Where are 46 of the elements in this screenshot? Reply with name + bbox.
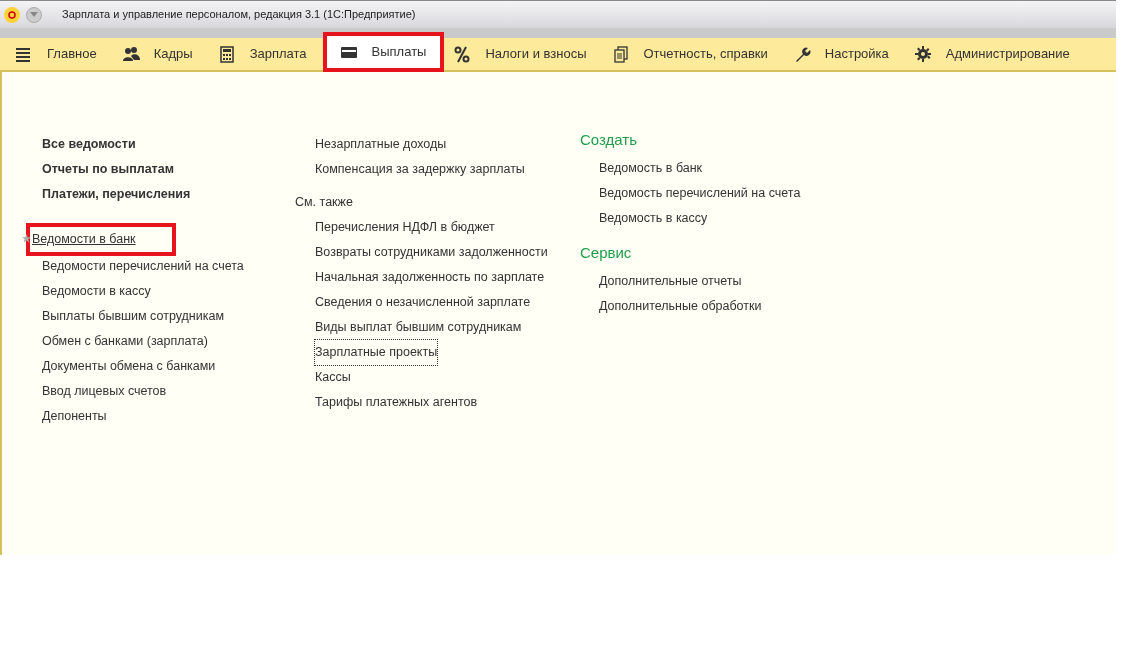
section-tab[interactable]: Зарплата bbox=[208, 38, 323, 70]
create-link[interactable]: Дополнительные обработки bbox=[599, 294, 801, 319]
calculator-icon bbox=[218, 45, 236, 63]
navigation-link[interactable]: Перечисления НДФЛ в бюджет bbox=[315, 215, 495, 240]
section-tab[interactable]: Главное bbox=[6, 38, 113, 70]
create-link[interactable]: Дополнительные отчеты bbox=[599, 269, 801, 294]
navigation-link[interactable]: Кассы bbox=[315, 365, 351, 390]
group-heading: Сервис bbox=[580, 243, 633, 263]
create-link[interactable]: Ведомость в кассу bbox=[599, 206, 801, 231]
window-title: Зарплата и управление персоналом, редакция 3.1 (1С:Предприятие) bbox=[62, 7, 416, 23]
navigation-link[interactable]: Начальная задолженность по зарплате bbox=[315, 265, 545, 290]
navigation-link[interactable]: Ввод лицевых счетов bbox=[42, 379, 295, 404]
section-link[interactable]: Отчеты по выплатам bbox=[42, 157, 295, 182]
group-heading: Создать bbox=[580, 130, 638, 150]
navigation-link[interactable]: Сведения о незачисленной зарплате bbox=[315, 290, 531, 315]
navigation-link[interactable]: Депоненты bbox=[42, 404, 295, 429]
section-tab[interactable]: Отчетность, справки bbox=[602, 38, 784, 70]
section-link[interactable]: Все ведомости bbox=[42, 132, 295, 157]
percent-icon bbox=[454, 45, 472, 63]
navigation-link[interactable]: Возвраты сотрудниками задолженности bbox=[315, 240, 548, 265]
create-link[interactable]: Ведомость перечислений на счета bbox=[599, 181, 801, 206]
section-link[interactable]: Платежи, перечисления bbox=[42, 182, 295, 207]
section-tab[interactable]: Кадры bbox=[112, 38, 209, 70]
documents-icon bbox=[612, 45, 630, 63]
navigation-link[interactable]: Ведомости в кассу bbox=[42, 279, 295, 304]
settings-icon bbox=[914, 45, 932, 63]
section-tab[interactable]: Выплаты bbox=[322, 32, 445, 72]
menu-icon bbox=[16, 45, 33, 63]
app-logo-icon bbox=[4, 6, 20, 23]
create-link[interactable]: Ведомость в банк bbox=[599, 156, 801, 181]
navigation-link[interactable]: Незарплатные доходы bbox=[315, 132, 580, 157]
navigation-link[interactable]: Ведомости перечислений на счета bbox=[42, 254, 295, 279]
section-tab[interactable]: Администрирование bbox=[904, 38, 1086, 70]
navigation-link[interactable]: Компенсация за задержку зарплаты bbox=[315, 157, 580, 182]
see-also-label: См. также bbox=[295, 194, 354, 211]
people-icon bbox=[122, 45, 140, 63]
navigation-link[interactable]: Документы обмена с банками bbox=[42, 354, 295, 379]
section-tab[interactable]: Настройка bbox=[783, 38, 905, 70]
navigation-link[interactable]: Тарифы платежных агентов bbox=[315, 390, 478, 415]
star-icon bbox=[22, 234, 31, 243]
navigation-link[interactable]: Обмен с банками (зарплата) bbox=[42, 329, 295, 354]
navigation-link[interactable]: Виды выплат бывшим сотрудникам bbox=[315, 315, 522, 340]
navigation-link[interactable]: Выплаты бывшим сотрудникам bbox=[42, 304, 295, 329]
section-tab[interactable]: Налоги и взносы bbox=[444, 38, 603, 70]
dropdown-icon[interactable] bbox=[26, 6, 42, 23]
navigation-link[interactable]: Зарплатные проекты bbox=[315, 340, 438, 365]
